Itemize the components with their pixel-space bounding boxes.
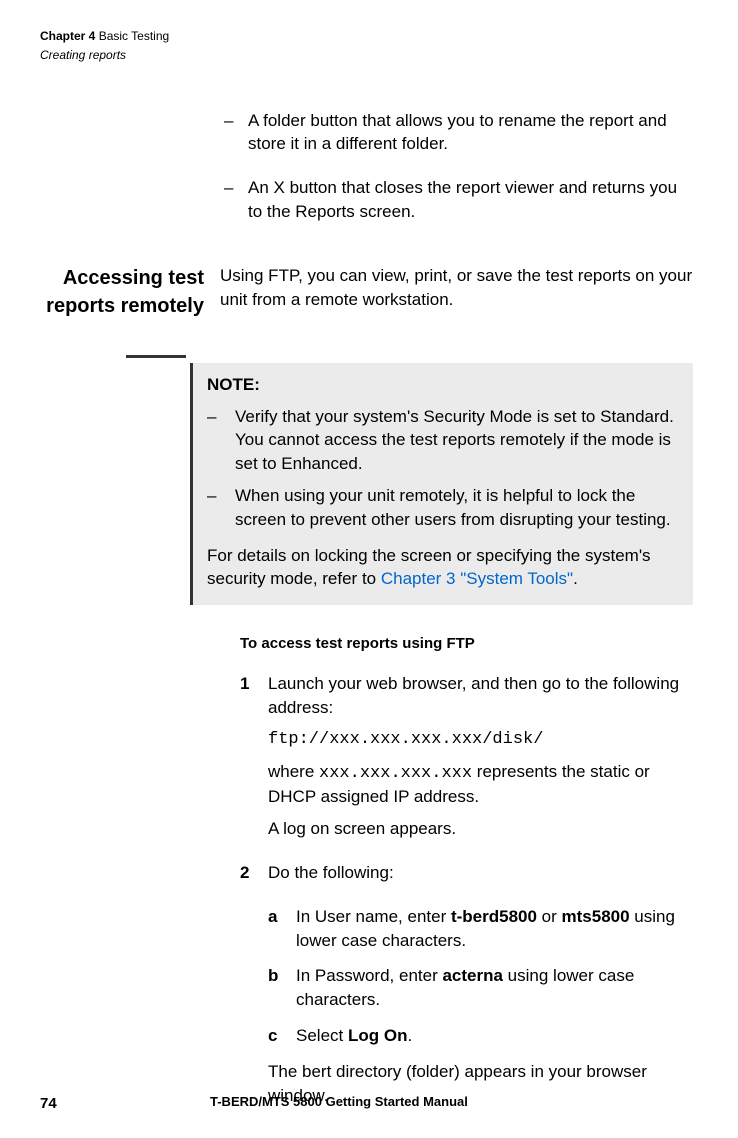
step: 2 Do the following:: [240, 861, 693, 893]
substep-body: In Password, enter acterna using lower c…: [296, 964, 693, 1012]
step-number: 2: [240, 861, 268, 893]
substep-letter: b: [268, 964, 296, 1012]
ftp-url: ftp://xxx.xxx.xxx.xxx/disk/: [268, 728, 693, 752]
step-result: A log on screen appears.: [268, 817, 693, 841]
note-title: NOTE:: [207, 373, 677, 397]
password-value: acterna: [442, 966, 502, 985]
substep: a In User name, enter t-berd5800 or mts5…: [268, 905, 693, 953]
step-text: Do the following:: [268, 861, 693, 885]
username-1: t-berd5800: [451, 907, 537, 926]
dash-icon: –: [207, 484, 235, 532]
chapter-title: Basic Testing: [99, 29, 169, 43]
logon-label: Log On: [348, 1026, 407, 1045]
note-box: NOTE: – Verify that your system's Securi…: [190, 363, 693, 605]
page-footer: 74 T-BERD/MTS 5800 Getting Started Manua…: [40, 1093, 693, 1114]
dash-icon: –: [220, 109, 248, 157]
cross-reference-link[interactable]: Chapter 3 "System Tools": [381, 569, 573, 588]
section-intro: Using FTP, you can view, print, or save …: [220, 264, 693, 320]
substep-body: In User name, enter t-berd5800 or mts580…: [296, 905, 693, 953]
note-paragraph: For details on locking the screen or spe…: [207, 544, 677, 592]
substep-letter: c: [268, 1024, 296, 1048]
substep: c Select Log On.: [268, 1024, 693, 1048]
section-name: Creating reports: [40, 47, 693, 64]
section-heading: Accessing test reports remotely: [40, 264, 220, 320]
bullet-text: An X button that closes the report viewe…: [248, 176, 693, 224]
section: Accessing test reports remotely Using FT…: [40, 264, 693, 320]
note-bullet: – When using your unit remotely, it is h…: [207, 484, 677, 532]
step-body: Do the following:: [268, 861, 693, 893]
top-bullets: – A folder button that allows you to ren…: [220, 109, 693, 224]
procedure-title: To access test reports using FTP: [240, 633, 693, 654]
bullet-item: – A folder button that allows you to ren…: [220, 109, 693, 157]
page-number: 74: [40, 1093, 210, 1114]
step-after: where xxx.xxx.xxx.xxx represents the sta…: [268, 760, 693, 810]
substep: b In Password, enter acterna using lower…: [268, 964, 693, 1012]
footer-title: T-BERD/MTS 5800 Getting Started Manual: [210, 1093, 468, 1114]
step: 1 Launch your web browser, and then go t…: [240, 672, 693, 849]
step-body: Launch your web browser, and then go to …: [268, 672, 693, 849]
bullet-item: – An X button that closes the report vie…: [220, 176, 693, 224]
substep-body: Select Log On.: [296, 1024, 693, 1048]
ip-placeholder: xxx.xxx.xxx.xxx: [319, 764, 472, 783]
dash-icon: –: [207, 405, 235, 476]
note-rule: [126, 355, 186, 358]
chapter-label: Chapter 4: [40, 29, 95, 43]
username-2: mts5800: [562, 907, 630, 926]
step-number: 1: [240, 672, 268, 849]
dash-icon: –: [220, 176, 248, 224]
page-header: Chapter 4 Basic Testing Creating reports: [40, 28, 693, 64]
bullet-text: A folder button that allows you to renam…: [248, 109, 693, 157]
step-text: Launch your web browser, and then go to …: [268, 672, 693, 720]
note-bullet-text: When using your unit remotely, it is hel…: [235, 484, 677, 532]
note-bullet-text: Verify that your system's Security Mode …: [235, 405, 677, 476]
note-para-suffix: .: [573, 569, 578, 588]
substep-letter: a: [268, 905, 296, 953]
note-bullet: – Verify that your system's Security Mod…: [207, 405, 677, 476]
